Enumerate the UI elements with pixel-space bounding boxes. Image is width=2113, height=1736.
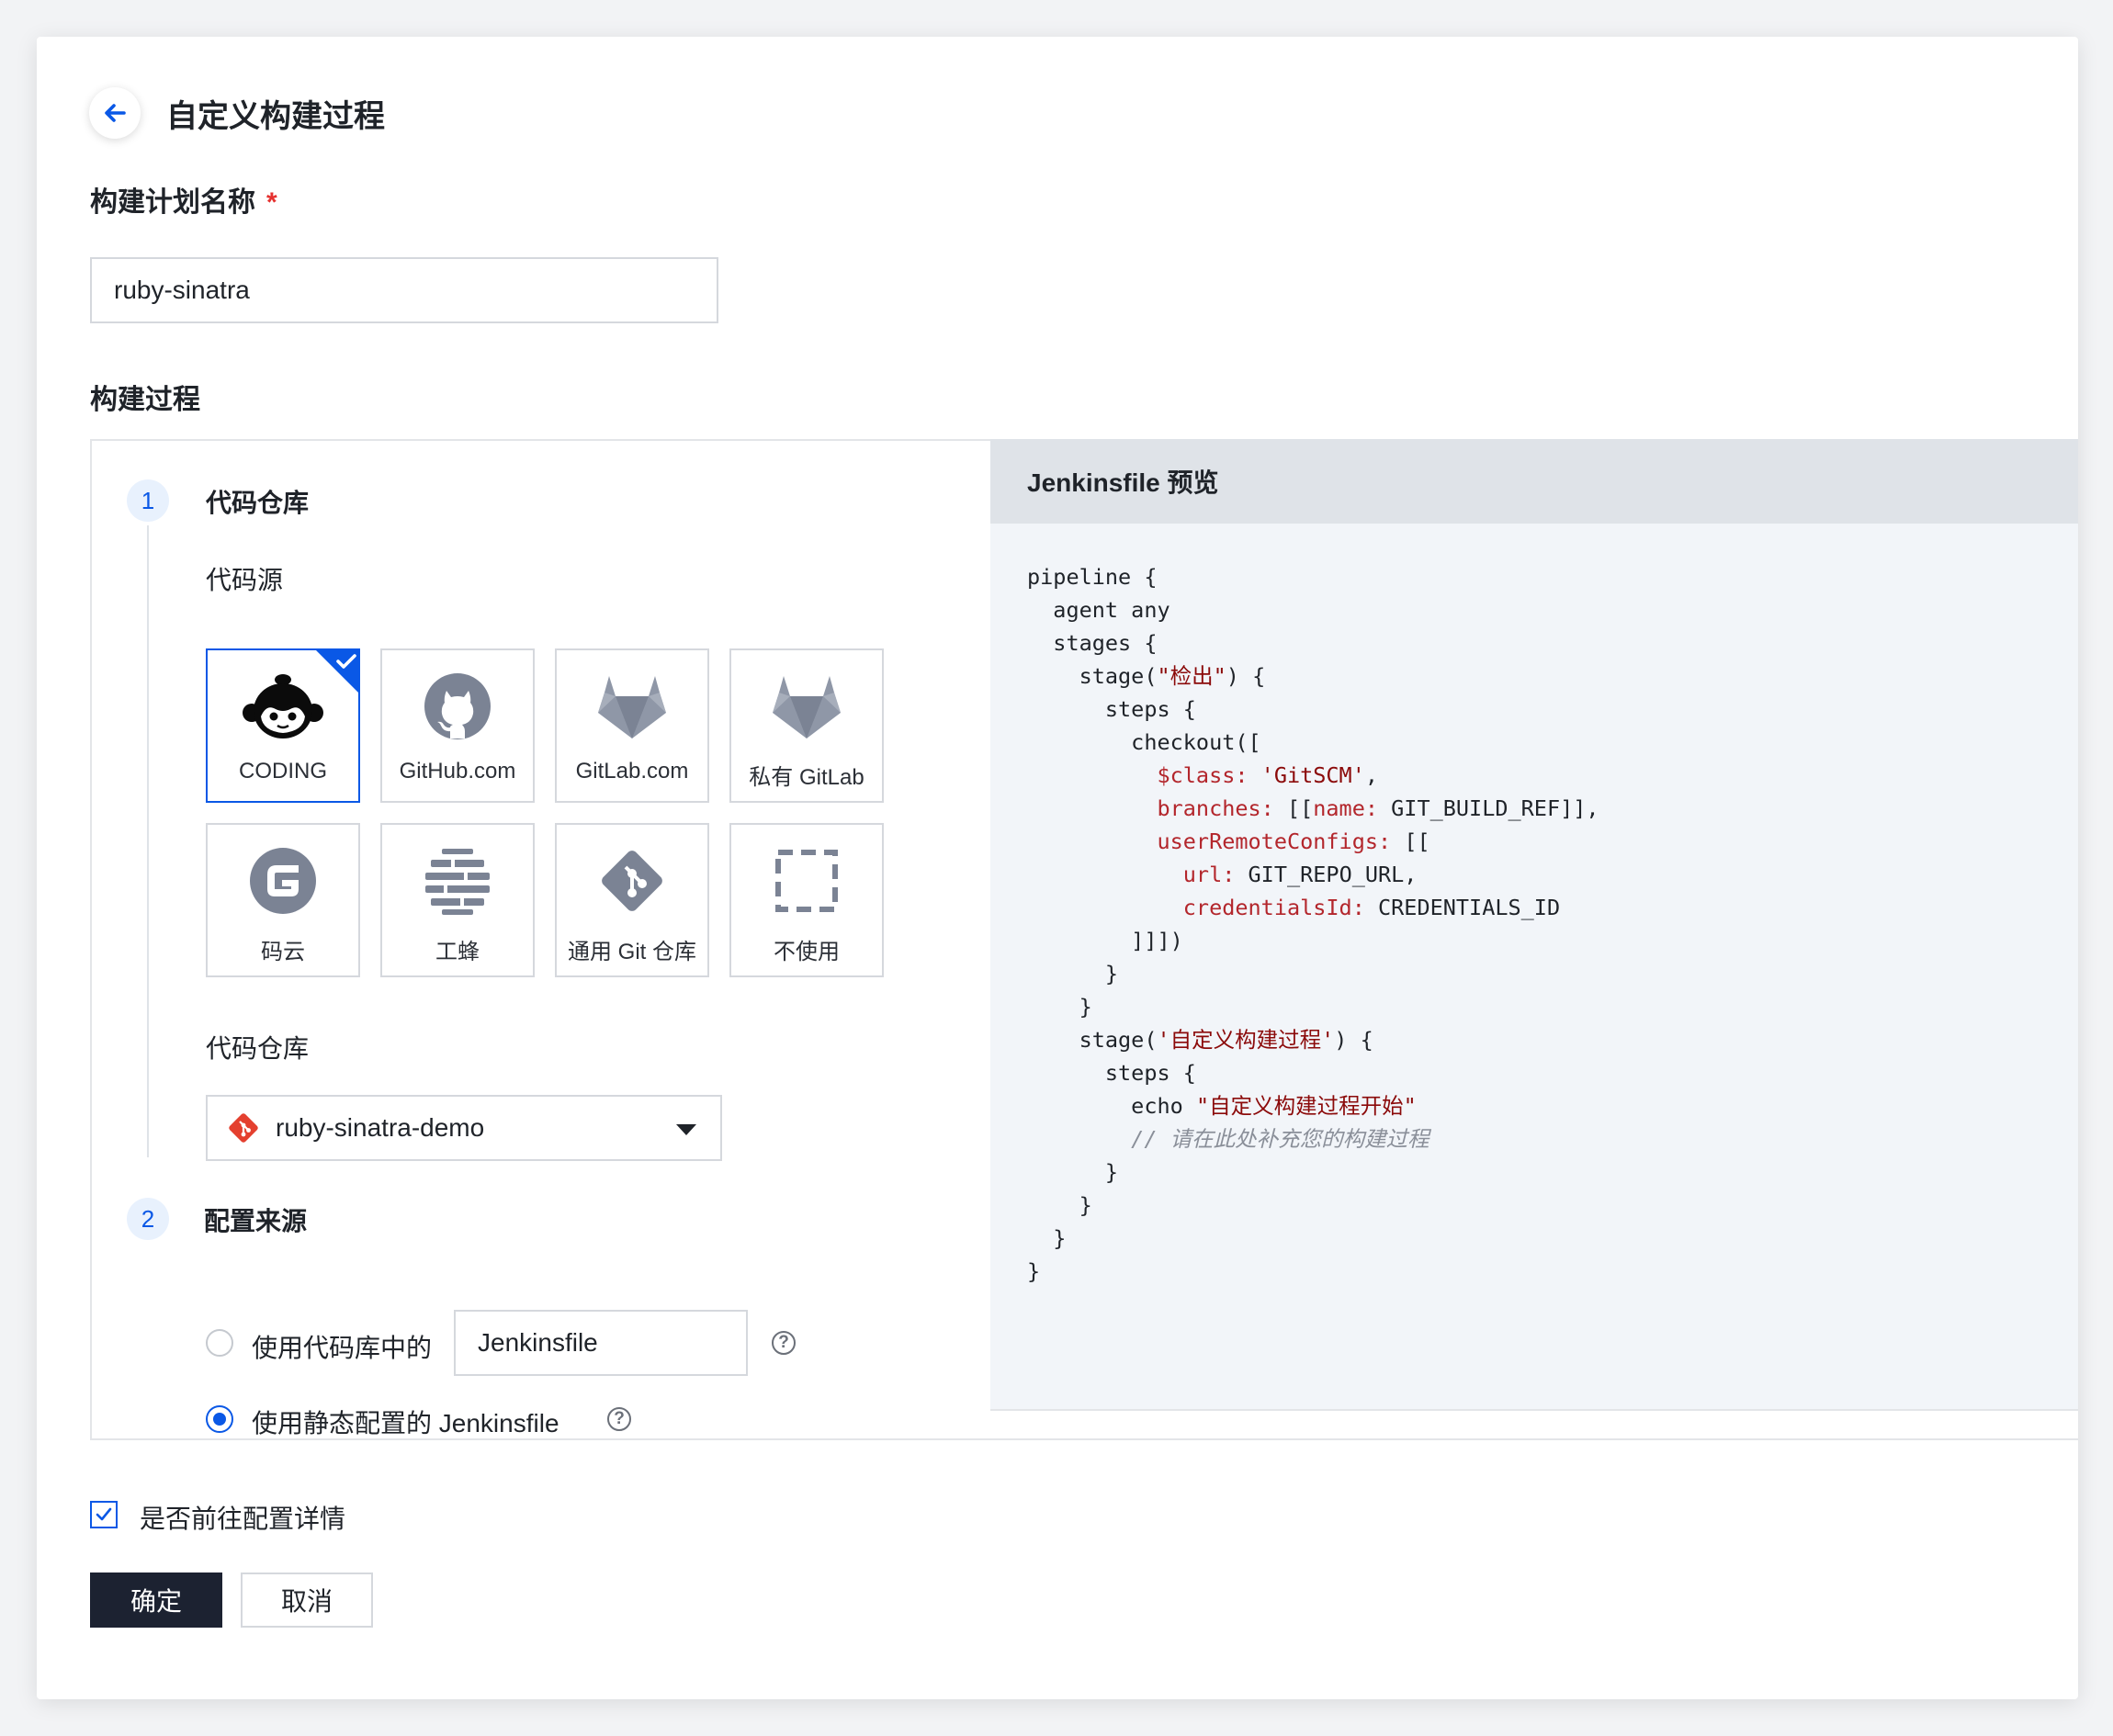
radio-use-static-jenkinsfile[interactable]	[206, 1405, 233, 1433]
dashed-square-icon	[775, 850, 838, 912]
code-line: echo	[1027, 1093, 1196, 1119]
code-key: url:	[1027, 862, 1249, 887]
gitlab-icon	[598, 676, 666, 738]
plan-name-input[interactable]	[90, 257, 718, 323]
code-key: name:	[1313, 795, 1379, 821]
code-line: GIT_BUILD_REF]],	[1378, 795, 1599, 821]
code-line: stage(	[1027, 663, 1158, 689]
code-line: stage(	[1027, 1027, 1158, 1053]
source-tile-coding[interactable]: CODING	[206, 648, 360, 803]
source-tile-github[interactable]: GitHub.com	[380, 648, 535, 803]
code-line: agent any	[1027, 597, 1170, 623]
source-tile-gongfeng[interactable]: 工蜂	[380, 823, 535, 977]
back-button[interactable]	[89, 87, 141, 139]
code-line: stages {	[1027, 630, 1158, 656]
code-key: userRemoteConfigs:	[1027, 829, 1405, 854]
gitee-icon	[250, 848, 316, 914]
process-panel: 1 代码仓库 代码源 CODING GitHub.com GitLab.com …	[90, 439, 2078, 1440]
code-string: 'GitSCM'	[1260, 762, 1365, 788]
radio-use-repo-label: 使用代码库中的	[252, 1334, 433, 1362]
code-key: branches:	[1027, 795, 1287, 821]
jenkinsfile-preview: Jenkinsfile 预览 pipeline { agent any stag…	[990, 439, 2078, 1413]
code-line: ]]])	[1027, 928, 1183, 953]
step-1-badge: 1	[127, 479, 169, 522]
code-line: ,	[1364, 762, 1379, 788]
code-key: $class:	[1027, 762, 1261, 788]
preview-footer-bar	[990, 1409, 2078, 1438]
page-title: 自定义构建过程	[166, 98, 385, 134]
goto-detail-checkbox[interactable]	[90, 1501, 118, 1528]
code-string: "自定义构建过程开始"	[1195, 1093, 1417, 1119]
code-line: }	[1027, 1225, 1067, 1251]
code-line: GIT_REPO_URL,	[1248, 862, 1418, 887]
radio-use-static-label: 使用静态配置的 Jenkinsfile	[252, 1403, 559, 1440]
step-2-badge: 2	[127, 1198, 169, 1240]
process-steps: 1 代码仓库 代码源 CODING GitHub.com GitLab.com …	[92, 441, 990, 1438]
step-connector-line	[147, 525, 149, 1157]
code-string: '自定义构建过程'	[1157, 1027, 1335, 1053]
source-name: 工蜂	[435, 940, 480, 964]
code-line: steps {	[1027, 696, 1196, 722]
code-line: }	[1027, 1159, 1119, 1185]
code-line: steps {	[1027, 1060, 1196, 1086]
source-name: 通用 Git 仓库	[567, 940, 696, 964]
repo-selected-value: ruby-sinatra-demo	[276, 1113, 485, 1142]
cancel-button[interactable]: 取消	[241, 1573, 373, 1628]
source-tile-gitlab[interactable]: GitLab.com	[555, 648, 709, 803]
code-line: }	[1027, 994, 1092, 1020]
code-line: }	[1027, 1192, 1092, 1218]
code-line: ) {	[1226, 663, 1266, 689]
source-name: 码云	[261, 940, 305, 964]
code-line: ) {	[1334, 1027, 1373, 1053]
code-source-label: 代码源	[206, 566, 284, 594]
gongfeng-icon	[425, 849, 490, 915]
step-1-title: 代码仓库	[206, 489, 310, 517]
github-icon	[424, 673, 491, 739]
source-tile-generic-git[interactable]: 通用 Git 仓库	[555, 823, 709, 977]
code-line: checkout([	[1027, 729, 1261, 755]
help-icon[interactable]: ?	[772, 1331, 796, 1355]
code-line: CREDENTIALS_ID	[1378, 895, 1561, 920]
code-comment: // 请在此处补充您的构建过程	[1027, 1126, 1429, 1152]
goto-detail-label: 是否前往配置详情	[140, 1505, 346, 1533]
source-tile-none[interactable]: 不使用	[729, 823, 884, 977]
plan-name-label-text: 构建计划名称	[90, 187, 255, 218]
process-label: 构建过程	[90, 385, 200, 415]
selected-check-icon	[314, 648, 360, 694]
arrow-left-icon	[105, 104, 126, 122]
source-tile-gitee[interactable]: 码云	[206, 823, 360, 977]
help-icon[interactable]: ?	[607, 1407, 631, 1431]
jenkinsfile-path-input[interactable]	[454, 1310, 748, 1376]
source-name: GitHub.com	[399, 759, 516, 783]
build-plan-card: 自定义构建过程 构建计划名称 * 构建过程 1 代码仓库 代码源	[37, 37, 2078, 1699]
jenkinsfile-code: pipeline { agent any stages { stage("检出"…	[990, 524, 2078, 1288]
code-key: credentialsId:	[1027, 895, 1379, 920]
code-repo-label: 代码仓库	[206, 1034, 310, 1063]
source-name: GitLab.com	[575, 759, 689, 783]
required-mark: *	[266, 187, 277, 218]
confirm-button[interactable]: 确定	[90, 1573, 222, 1628]
radio-use-repo-jenkinsfile[interactable]	[206, 1329, 233, 1357]
code-repo-select[interactable]: ruby-sinatra-demo	[206, 1095, 722, 1161]
page-header: 自定义构建过程	[89, 87, 385, 139]
radio-use-static-text: 使用静态配置的 Jenkinsfile	[252, 1409, 559, 1437]
code-string: "检出"	[1157, 663, 1226, 689]
private-gitlab-icon	[773, 676, 841, 738]
code-line: pipeline {	[1027, 564, 1158, 590]
repo-git-icon	[229, 1113, 258, 1143]
preview-title: Jenkinsfile 预览	[990, 439, 2078, 524]
source-name: CODING	[239, 759, 327, 783]
code-line: }	[1027, 961, 1119, 986]
source-tile-private-gitlab[interactable]: 私有 GitLab	[729, 648, 884, 803]
code-line: [[	[1286, 795, 1314, 821]
code-line: }	[1027, 1258, 1041, 1284]
step-2-title: 配置来源	[204, 1207, 308, 1235]
source-name: 私有 GitLab	[749, 765, 864, 790]
source-name: 不使用	[774, 940, 840, 964]
chevron-down-icon	[676, 1124, 696, 1135]
check-icon	[96, 1507, 112, 1521]
code-line: [[	[1404, 829, 1430, 854]
plan-name-label: 构建计划名称 *	[90, 179, 277, 220]
git-icon	[602, 851, 662, 911]
